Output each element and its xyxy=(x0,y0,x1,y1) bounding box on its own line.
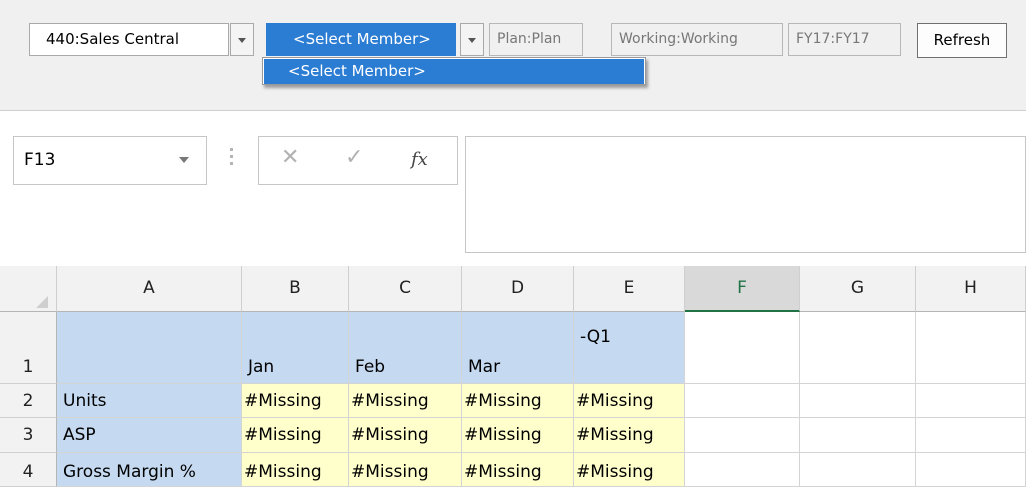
refresh-button[interactable]: Refresh xyxy=(917,23,1007,58)
cell-c2[interactable]: #Missing xyxy=(349,384,462,418)
name-box-value: F13 xyxy=(24,150,56,170)
member-dropdown-list: <Select Member> xyxy=(262,57,646,85)
formula-buttons: ✕ ✓ fx xyxy=(258,136,458,185)
column-header-a[interactable]: A xyxy=(57,266,242,312)
dropdown-item-select-member[interactable]: <Select Member> xyxy=(264,59,644,84)
cell-g4[interactable] xyxy=(800,453,916,487)
cell-a4[interactable]: Gross Margin % xyxy=(57,453,242,487)
cell-h1[interactable] xyxy=(916,312,1026,384)
cell-b2[interactable]: #Missing xyxy=(242,384,349,418)
cancel-icon[interactable]: ✕ xyxy=(281,145,299,170)
enter-icon[interactable]: ✓ xyxy=(345,145,363,170)
insert-function-icon[interactable]: fx xyxy=(411,149,428,170)
row-header-3[interactable]: 3 xyxy=(0,418,57,453)
member-selector-dropdown[interactable]: <Select Member> xyxy=(266,23,456,56)
column-header-d[interactable]: D xyxy=(462,266,574,312)
cell-b3[interactable]: #Missing xyxy=(242,418,349,453)
entity-dropdown-arrow-icon[interactable] xyxy=(230,23,254,56)
select-all-corner[interactable] xyxy=(0,266,57,312)
entity-dropdown[interactable]: 440:Sales Central xyxy=(29,23,229,56)
row-header-2[interactable]: 2 xyxy=(0,384,57,418)
select-all-icon xyxy=(36,296,48,308)
cell-g1[interactable] xyxy=(800,312,916,384)
cell-e1[interactable]: -Q1 xyxy=(574,312,685,384)
cell-c3[interactable]: #Missing xyxy=(349,418,462,453)
cell-f3[interactable] xyxy=(685,418,800,453)
column-header-f[interactable]: F xyxy=(685,266,800,312)
toolbar-divider xyxy=(0,110,1026,111)
cell-h4[interactable] xyxy=(916,453,1026,487)
cell-g2[interactable] xyxy=(800,384,916,418)
cell-e4[interactable]: #Missing xyxy=(574,453,685,487)
pov-toolbar: 440:Sales Central <Select Member> Plan:P… xyxy=(0,0,1026,110)
formula-input[interactable] xyxy=(465,136,1026,253)
cell-g3[interactable] xyxy=(800,418,916,453)
column-header-h[interactable]: H xyxy=(916,266,1026,312)
cell-h3[interactable] xyxy=(916,418,1026,453)
column-header-b[interactable]: B xyxy=(242,266,349,312)
year-pov[interactable]: FY17:FY17 xyxy=(788,23,901,56)
cell-b4[interactable]: #Missing xyxy=(242,453,349,487)
cell-f4[interactable] xyxy=(685,453,800,487)
cell-a3[interactable]: ASP xyxy=(57,418,242,453)
member-selector-arrow-icon[interactable] xyxy=(460,23,484,56)
cell-f1[interactable] xyxy=(685,312,800,384)
cell-c1[interactable]: Feb xyxy=(349,312,462,384)
row-header-4[interactable]: 4 xyxy=(0,453,57,487)
cell-b1[interactable]: Jan xyxy=(242,312,349,384)
cell-d1[interactable]: Mar xyxy=(462,312,574,384)
name-box-dropdown-icon[interactable] xyxy=(179,157,189,163)
scenario-pov[interactable]: Plan:Plan xyxy=(489,23,583,56)
cell-d2[interactable]: #Missing xyxy=(462,384,574,418)
row-header-1[interactable]: 1 xyxy=(0,312,57,384)
name-box[interactable]: F13 xyxy=(13,136,207,185)
column-header-c[interactable]: C xyxy=(349,266,462,312)
cell-d4[interactable]: #Missing xyxy=(462,453,574,487)
cell-d3[interactable]: #Missing xyxy=(462,418,574,453)
cell-a2[interactable]: Units xyxy=(57,384,242,418)
formula-bar-grip-icon[interactable] xyxy=(230,148,233,168)
column-header-g[interactable]: G xyxy=(800,266,916,312)
cell-e2[interactable]: #Missing xyxy=(574,384,685,418)
column-header-e[interactable]: E xyxy=(574,266,685,312)
cell-c4[interactable]: #Missing xyxy=(349,453,462,487)
cell-f2[interactable] xyxy=(685,384,800,418)
version-pov[interactable]: Working:Working xyxy=(611,23,783,56)
cell-h2[interactable] xyxy=(916,384,1026,418)
cell-a1[interactable] xyxy=(57,312,242,384)
cell-e3[interactable]: #Missing xyxy=(574,418,685,453)
